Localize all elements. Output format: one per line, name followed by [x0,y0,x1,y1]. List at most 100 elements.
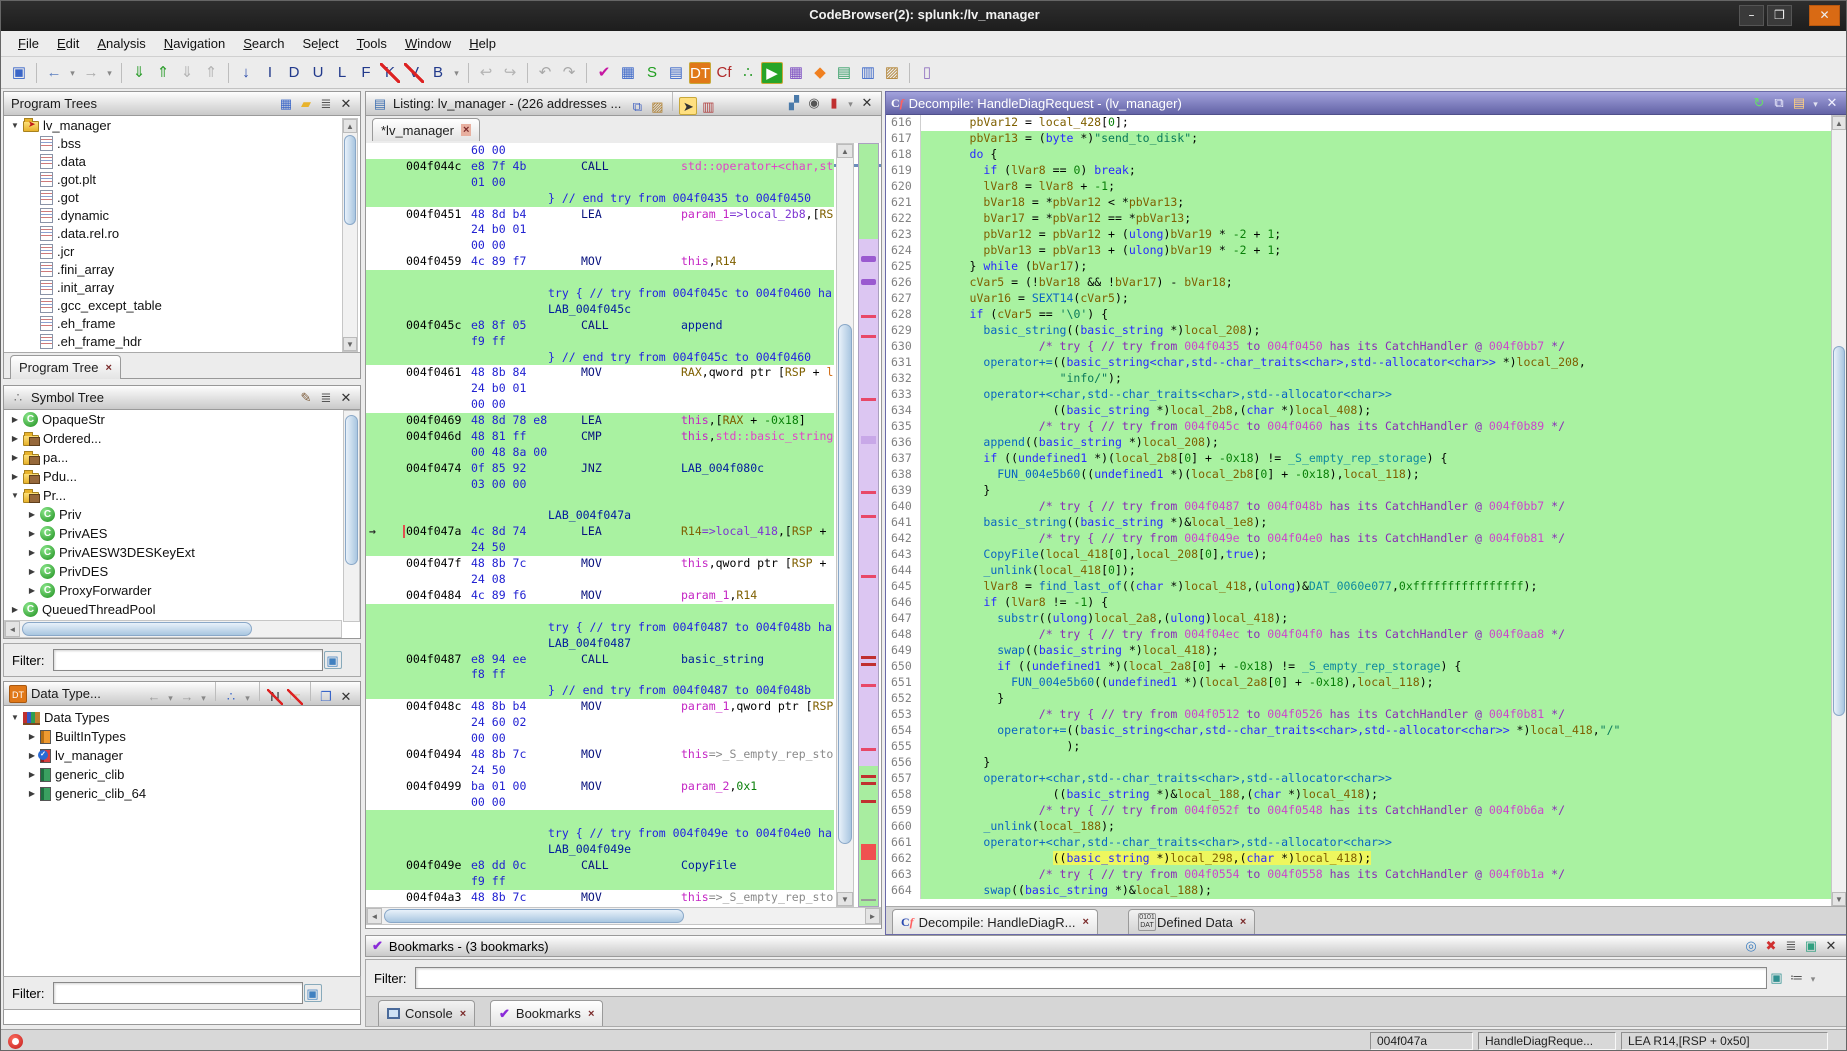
program-tree-scrollbar[interactable]: ▲▼ [342,118,358,352]
listing-line[interactable]: 004f0474JNZLAB_004f080c0f 85 92 [366,461,834,477]
diff-view-icon[interactable]: ▞ [785,94,803,112]
tab-console[interactable]: Console × [378,1000,475,1026]
close-icon[interactable]: × [460,1008,466,1020]
listing-line[interactable]: } // end try from 004f0435 to 004f0450 [366,191,834,207]
listing-line[interactable] [366,810,834,826]
decompile-line[interactable]: 656 } [886,755,1832,771]
decompile-line[interactable]: 638 FUN_004e5b60((undefined1 *)(local_2b… [886,467,1832,483]
disassemble-icon[interactable]: ↓ [235,62,257,84]
listing-line[interactable]: 004f0461MOVRAX,qword ptr [RSP + loca48 8… [366,365,834,381]
listing-line[interactable]: 01 00 [366,175,834,191]
listing-line[interactable]: f9 ff [366,334,834,350]
listing-line[interactable]: LAB_004f049e [366,842,834,858]
decompile-line[interactable]: 651 FUN_004e5b60((undefined1 *)(local_2a… [886,675,1832,691]
create-patch-icon[interactable]: ⇑ [152,62,174,84]
decompile-line[interactable]: 626 cVar5 = (!bVar18 && !bVar17) - bVar1… [886,275,1832,291]
tab-program-tree[interactable]: Program Tree × [10,355,121,379]
decompile-line[interactable]: 639 } [886,483,1832,499]
menu-file[interactable]: File [9,33,48,54]
listing-line[interactable]: } // end try from 004f0487 to 004f048b [366,683,834,699]
dropdown-icon[interactable]: ▾ [1810,95,1821,113]
symbol-filter-input[interactable] [53,649,323,671]
tab-defined-data[interactable]: 0101DAT Defined Data × [1128,909,1255,934]
decompile-line[interactable]: 654 operator+=((basic_string<char,std--c… [886,723,1832,739]
close-icon[interactable]: × [588,1008,594,1020]
close-icon[interactable]: ✕ [337,389,355,407]
tree-item-data-rel-ro[interactable]: .data.rel.ro [4,224,360,242]
decompile-line[interactable]: 645 lVar8 = find_last_of((char *)local_4… [886,579,1832,595]
clear-filter-icon[interactable]: ▣ [1768,969,1786,987]
menu-icon[interactable]: ≣ [317,389,335,407]
menu-select[interactable]: Select [293,33,347,54]
decompile-line[interactable]: 658 ((basic_string *)&local_188,(char *)… [886,787,1832,803]
snapshot-forward-icon[interactable]: ↪ [499,62,521,84]
tree-item-got[interactable]: .got [4,188,360,206]
tree-item-pr[interactable]: ▼Pr... [4,486,360,505]
listing-line[interactable]: 004f04a3MOVthis=>_S_empty_rep_storag48 8… [366,890,834,906]
listing-hscrollbar[interactable]: ◄ ► [366,907,881,925]
table-add-icon[interactable]: ▥ [857,62,879,84]
copy-icon[interactable]: ⧉ [628,98,646,116]
listing-line[interactable] [366,604,834,620]
decompile-line[interactable]: 633 operator+<char,std--char_traits<char… [886,387,1832,403]
clear-flow-icon[interactable]: V [403,62,425,84]
memory-map-icon[interactable]: ▦ [617,62,639,84]
tree-item-queuedthreadpool[interactable]: ▶CQueuedThreadPool [4,600,360,619]
key-bindings-icon[interactable]: ▯ [916,62,938,84]
decompile-line[interactable]: 627 uVar16 = SEXT14(cVar5); [886,291,1832,307]
listing-line[interactable]: 03 00 00 [366,477,834,493]
listing-line[interactable]: 004f0469LEAthis,[RAX + -0x18]48 8d 78 e8 [366,413,834,429]
associations-icon[interactable]: ∴ [222,688,240,706]
decompile-line[interactable]: 662 ((basic_string *)local_298,(char *)l… [886,851,1832,867]
tree-item-privaes[interactable]: ▶CPrivAES [4,524,360,543]
listing-line[interactable]: 004f0459MOVthis,R144c 89 f7 [366,254,834,270]
tree-item-generic-clib[interactable]: ▶generic_clib [4,765,360,784]
tree-item-ordered[interactable]: ▶Ordered... [4,429,360,448]
listing-line[interactable]: 004f047fMOVthis,qword ptr [RSP + loc48 8… [366,556,834,572]
cursor-location-icon[interactable]: ➤ [679,97,697,115]
script-manager-icon[interactable]: S [641,62,663,84]
menu-tools[interactable]: Tools [348,33,396,54]
data-type-filter-input[interactable] [53,982,303,1004]
listing-line[interactable]: 60 00 [366,143,834,159]
decompile-line[interactable]: 649 swap((basic_string *)local_418); [886,643,1832,659]
tree-item-lv-manager[interactable]: ▶✓lv_manager [4,746,360,765]
menu-window[interactable]: Window [396,33,460,54]
markup-data-icon[interactable]: D [283,62,305,84]
bookmark-diamond-icon[interactable]: ◆ [809,62,831,84]
tree-item-proxyforwarder[interactable]: ▶CProxyForwarder [4,581,360,600]
close-button[interactable]: ✕ [1809,5,1840,26]
listing-line[interactable]: 004f046dCMPthis,std::basic_string<ch48 8… [366,429,834,445]
listing-line[interactable]: 00 00 [366,795,834,811]
listing-line[interactable]: 004f0499MOVparam_2,0x1ba 01 00 [366,779,834,795]
close-icon[interactable]: × [105,362,111,374]
decompile-line[interactable]: 641 basic_string((basic_string *)&local_… [886,515,1832,531]
tree-item-priv[interactable]: ▶CPriv [4,505,360,524]
snapshot-back-icon[interactable]: ↩ [475,62,497,84]
listing-line[interactable]: 24 50 [366,763,834,779]
markup-function-icon[interactable]: F [355,62,377,84]
symbol-tree-scrollbar[interactable] [343,410,360,622]
listing-line[interactable]: try { // try from 004f0487 to 004f048b h… [366,620,834,636]
edit-icon[interactable]: ✎ [297,389,315,407]
menu-icon[interactable]: ≣ [317,95,335,113]
tree-item-generic-clib-64[interactable]: ▶generic_clib_64 [4,784,360,803]
listing-line[interactable]: f9 ff [366,874,834,890]
tree-item-opaquestr[interactable]: ▶COpaqueStr [4,410,360,429]
menu-navigation[interactable]: Navigation [155,33,234,54]
decompile-line[interactable]: 630 /* try { // try from 004f0435 to 004… [886,339,1832,355]
decompile-line[interactable]: 635 /* try { // try from 004f045c to 004… [886,419,1832,435]
decompile-line[interactable]: 619 if (lVar8 == 0) break; [886,163,1832,179]
forward-icon[interactable]: → [80,62,102,84]
undo-icon[interactable]: ↶ [534,62,556,84]
select-columns-icon[interactable]: ▣ [1802,937,1820,955]
markup-label-icon[interactable]: L [331,62,353,84]
decompile-line[interactable]: 648 /* try { // try from 004f04ec to 004… [886,627,1832,643]
decompile-line[interactable]: 631 operator+=((basic_string<char,std--c… [886,355,1832,371]
tree-item-jcr[interactable]: .jcr [4,242,360,260]
listing-line[interactable]: 00 00 [366,731,834,747]
tree-item-bss[interactable]: .bss [4,134,360,152]
markup-undefined-icon[interactable]: U [307,62,329,84]
tree-item-dynamic[interactable]: .dynamic [4,206,360,224]
decompile-line[interactable]: 621 bVar18 = *pbVar12 < *pbVar13; [886,195,1832,211]
